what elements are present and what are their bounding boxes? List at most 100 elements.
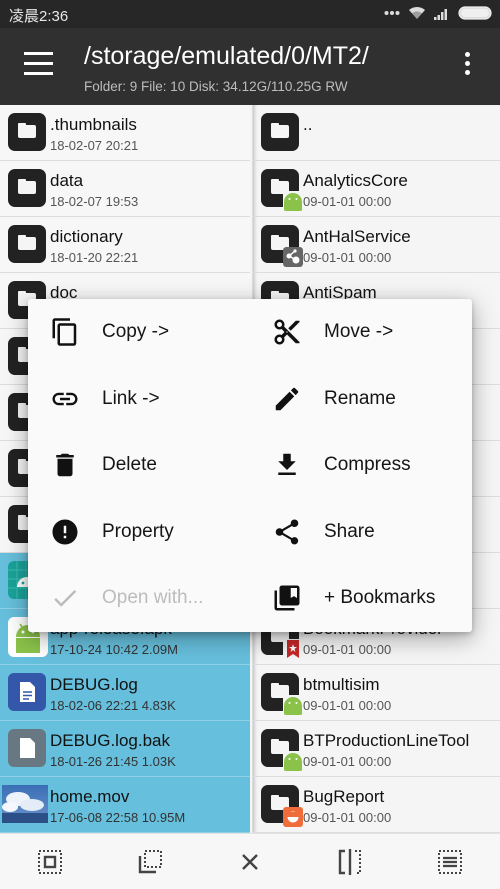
menu-item-label: Delete (102, 454, 157, 476)
bookmark-badge-icon (283, 639, 303, 659)
bottom-toolbar (0, 833, 500, 889)
menu-item-open-with: Open with... (28, 565, 250, 631)
pencil-icon (272, 384, 302, 414)
app-bar: /storage/emulated/0/MT2/ Folder: 9 File:… (0, 28, 500, 105)
file-meta: 09-01-01 00:00 (303, 754, 392, 769)
split-view-icon[interactable] (335, 847, 365, 877)
hamburger-menu-icon[interactable] (22, 52, 54, 80)
file-name: btmultisim (303, 675, 380, 694)
file-meta: 09-01-01 00:00 (303, 698, 392, 713)
file-name: .thumbnails (50, 115, 137, 134)
context-menu: Copy -> Move -> Link -> Rename Delete Compres… (28, 299, 472, 632)
folder-icon (8, 113, 46, 151)
android-badge-icon (283, 695, 303, 715)
file-row[interactable]: .. (253, 105, 500, 161)
menu-item-property[interactable]: Property (28, 499, 250, 565)
menu-item-copy[interactable]: Copy -> (28, 299, 250, 365)
bookmarks-icon (272, 583, 302, 613)
link-icon (50, 384, 80, 414)
android-badge-icon (283, 751, 303, 771)
scissors-icon (272, 317, 302, 347)
file-name: dictionary (50, 227, 123, 246)
file-row[interactable]: BTProductionLineTool 09-01-01 00:00 (253, 721, 500, 777)
file-meta: 09-01-01 00:00 (303, 250, 392, 265)
signal-icon (434, 8, 447, 20)
folder-icon (261, 169, 303, 211)
overflow-menu-icon[interactable] (460, 52, 474, 82)
menu-item-compress[interactable]: Compress (250, 432, 472, 498)
file-row[interactable]: .thumbnails 18-02-07 20:21 (0, 105, 250, 161)
file-meta: 09-01-01 00:00 (303, 194, 392, 209)
menu-item-label: Move -> (324, 321, 394, 342)
video-file-icon (0, 785, 48, 823)
battery-icon (458, 6, 492, 20)
file-name: BTProductionLineTool (303, 731, 470, 750)
trash-icon (50, 450, 80, 480)
file-meta: 18-02-06 22:21 4.83K (50, 698, 176, 713)
folder-icon (261, 113, 299, 151)
file-row[interactable]: btmultisim 09-01-01 00:00 (253, 665, 500, 721)
file-name: DEBUG.log.bak (50, 731, 170, 750)
file-row[interactable]: DEBUG.log 18-02-06 22:21 4.83K (0, 665, 250, 721)
file-meta: 09-01-01 00:00 (303, 810, 392, 825)
storage-summary: Folder: 9 File: 10 Disk: 34.12G/110.25G … (84, 79, 348, 94)
menu-item-label: Copy -> (102, 321, 170, 342)
menu-item-delete[interactable]: Delete (28, 432, 250, 498)
menu-item-link[interactable]: Link -> (28, 366, 250, 432)
file-name: AntHalService (303, 227, 411, 246)
file-name: home.mov (50, 787, 130, 806)
file-row[interactable]: data 18-02-07 19:53 (0, 161, 250, 217)
folder-icon (261, 729, 303, 771)
android-badge-icon (283, 191, 303, 211)
file-meta: 18-02-07 20:21 (50, 138, 139, 153)
menu-item-rename[interactable]: Rename (250, 366, 472, 432)
select-range-icon[interactable] (135, 847, 165, 877)
menu-item-label: Property (102, 520, 174, 542)
file-name: data (50, 171, 84, 190)
menu-item-label: Compress (324, 454, 411, 476)
info-exclamation-icon (50, 517, 80, 547)
check-icon (50, 583, 80, 613)
share-badge-icon (283, 247, 303, 267)
status-time: 凌晨2:36 (9, 8, 69, 25)
file-row[interactable]: AntHalService 09-01-01 00:00 (253, 217, 500, 273)
select-list-icon[interactable] (435, 847, 465, 877)
wifi-icon (409, 6, 425, 19)
menu-item-label: + Bookmarks (324, 587, 436, 609)
close-icon[interactable] (235, 847, 265, 877)
menu-item-share[interactable]: Share (250, 499, 472, 565)
text-file-icon (8, 673, 46, 711)
menu-item-bookmarks[interactable]: + Bookmarks (250, 565, 472, 631)
file-name: BugReport (303, 787, 385, 806)
folder-icon (8, 169, 46, 207)
select-all-icon[interactable] (35, 847, 65, 877)
path-title: /storage/emulated/0/MT2/ (84, 42, 369, 70)
file-name: AnalyticsCore (303, 171, 408, 190)
file-row[interactable]: home.mov 17-06-08 22:58 10.95M (0, 777, 250, 833)
menu-item-label: Rename (324, 387, 396, 409)
bugreport-badge-icon (283, 807, 303, 827)
file-meta: 17-10-24 10:42 2.09M (50, 642, 178, 657)
file-row[interactable]: DEBUG.log.bak 18-01-26 21:45 1.03K (0, 721, 250, 777)
file-row[interactable]: BugReport 09-01-01 00:00 (253, 777, 500, 833)
file-row[interactable]: dictionary 18-01-20 22:21 (0, 217, 250, 273)
file-meta: 09-01-01 00:00 (303, 642, 392, 657)
file-meta: 17-06-08 22:58 10.95M (50, 810, 186, 825)
folder-icon (261, 225, 303, 267)
menu-item-label: Open with... (102, 587, 204, 609)
file-meta: 18-01-26 21:45 1.03K (50, 754, 176, 769)
more-dots-icon (384, 11, 400, 15)
menu-item-move[interactable]: Move -> (250, 299, 472, 365)
file-meta: 18-01-20 22:21 (50, 250, 139, 265)
file-file-icon (8, 729, 46, 767)
file-row[interactable]: AnalyticsCore 09-01-01 00:00 (253, 161, 500, 217)
menu-item-label: Share (324, 520, 375, 542)
download-icon (272, 450, 302, 480)
folder-icon (261, 785, 303, 827)
folder-icon (261, 673, 303, 715)
folder-icon (8, 225, 46, 263)
menu-item-label: Link -> (102, 387, 160, 409)
file-name: .. (303, 115, 313, 134)
status-bar: 凌晨2:36 (0, 0, 500, 28)
file-meta: 18-02-07 19:53 (50, 194, 139, 209)
